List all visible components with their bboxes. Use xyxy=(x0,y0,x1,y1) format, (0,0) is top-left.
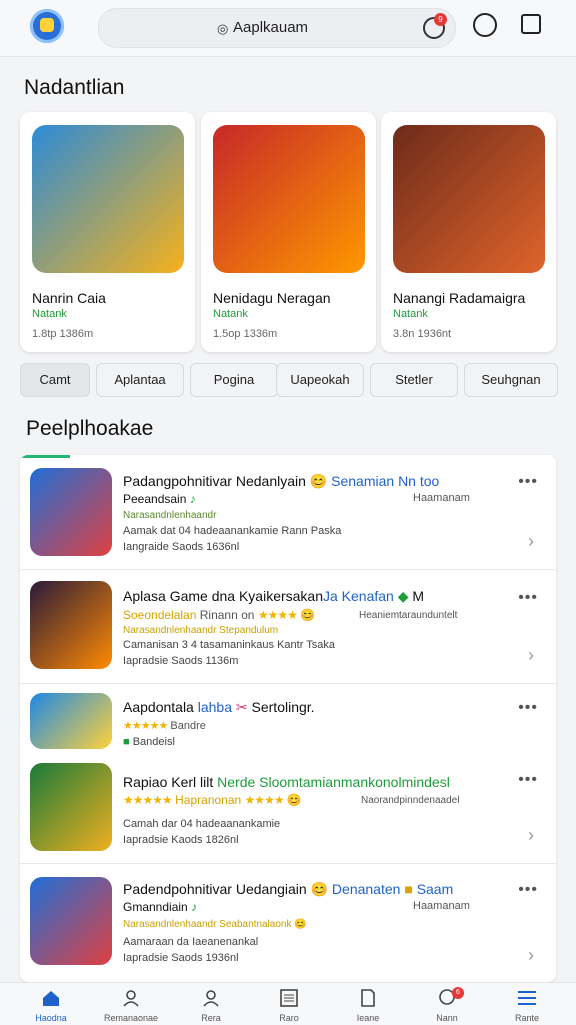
chat-icon[interactable] xyxy=(521,14,541,34)
item-desc: Aamaraan da Iaeanenankal xyxy=(123,936,259,948)
item-title: Padangpohnitivar Nedanlyain 😊 Senamian N… xyxy=(123,473,440,489)
list-item[interactable]: Aplasa Game dna KyaikersakanJa Kenafan ◆… xyxy=(20,569,556,684)
more-icon[interactable]: ••• xyxy=(518,771,538,789)
nav-recommend[interactable]: Remanaonae xyxy=(90,983,172,1025)
card-meta: 1.8tp 1386m xyxy=(32,328,94,340)
item-sub: Gmanndiain ♪ xyxy=(123,900,198,914)
item-sub: Peeandsain ♪ xyxy=(123,492,196,506)
item-sub: Soeondelalan Rinann on ★★★★ 😊 xyxy=(123,608,316,622)
item-right: Naorandpinndenaadel xyxy=(361,795,460,806)
featured-card[interactable]: Nanangi Radamaigra Natank 3.8n 1936nt xyxy=(381,112,556,352)
item-right: Heaniemtaraunduntelt xyxy=(359,610,458,621)
card-meta: 3.8n 1936nt xyxy=(393,328,452,340)
item-meta: Iangraide Saods 1636nl xyxy=(123,541,240,553)
popular-title: Peelplhoakae xyxy=(26,417,154,440)
item-title: Aapdontala lahba ✂ Sertolingr. xyxy=(123,699,315,715)
list-item[interactable]: Rapiao Kerl lilt Nerde Sloomtamianmankon… xyxy=(20,745,556,864)
more-icon[interactable]: ••• xyxy=(518,589,538,607)
nav-ieane[interactable]: Ieane xyxy=(327,983,409,1025)
nav-rera[interactable]: Rera xyxy=(170,983,252,1025)
list-item[interactable]: Padangpohnitivar Nedanlyain 😊 Senamian N… xyxy=(20,455,556,570)
item-tag: Narasandnlenhaandr xyxy=(123,510,217,521)
nav-nann[interactable]: 6 Nann xyxy=(406,983,488,1025)
card-meta: 1.5op 1336m xyxy=(213,328,278,340)
nav-menu[interactable]: Rante xyxy=(486,983,568,1025)
app-icon xyxy=(30,468,112,556)
person-icon xyxy=(123,990,139,1007)
menu-icon xyxy=(518,991,536,1005)
featured-card[interactable]: Nanrin Caia Natank 1.8tp 1386m xyxy=(20,112,195,352)
more-icon[interactable]: ••• xyxy=(518,881,538,899)
card-sub: Natank xyxy=(213,308,248,320)
item-title: Aplasa Game dna KyaikersakanJa Kenafan ◆… xyxy=(123,588,425,604)
app-list: Padangpohnitivar Nedanlyain 😊 Senamian N… xyxy=(20,455,556,982)
app-icon xyxy=(30,877,112,965)
document-icon xyxy=(361,989,375,1007)
app-icon xyxy=(30,763,112,851)
game-thumbnail xyxy=(393,125,545,273)
game-thumbnail xyxy=(213,125,365,273)
featured-card[interactable]: Nenidagu Neragan Natank 1.5op 1336m xyxy=(201,112,376,352)
person-icon xyxy=(203,990,219,1007)
item-sub: ★★★★★ Hapranonan ★★★★ 😊 xyxy=(123,793,302,807)
bottom-nav: Haodna Remanaonae Rera Raro Ieane 6 Nann… xyxy=(0,982,576,1025)
item-meta: Iapradsie Saods 1136m xyxy=(123,655,239,667)
nav-raro[interactable]: Raro xyxy=(248,983,330,1025)
chevron-right-icon[interactable]: › xyxy=(528,825,534,846)
card-title: Nanangi Radamaigra xyxy=(393,290,526,306)
notification-badge: 6 xyxy=(452,987,464,999)
card-title: Nenidagu Neragan xyxy=(213,290,331,306)
chip-filter[interactable]: Seuhgnan xyxy=(464,363,558,397)
notification-badge: 9 xyxy=(434,13,447,26)
item-title: Rapiao Kerl lilt Nerde Sloomtamianmankon… xyxy=(123,774,450,790)
chip-filter[interactable]: Uapeokah xyxy=(276,363,364,397)
chevron-right-icon[interactable]: › xyxy=(528,531,534,552)
chevron-right-icon[interactable]: › xyxy=(528,945,534,966)
item-title: Padendpohnitivar Uedangiain 😊 Denanaten … xyxy=(123,881,454,897)
chevron-right-icon[interactable]: › xyxy=(528,645,534,666)
item-meta: Iapradsie Saods 1936nl xyxy=(123,952,239,964)
chip-filter[interactable]: Stetler xyxy=(370,363,458,397)
more-icon[interactable]: ••• xyxy=(518,699,538,717)
item-desc: Aamak dat 04 hadeaanankamie Rann Paska xyxy=(123,525,342,537)
item-right: Haamanam xyxy=(413,900,470,912)
card-title: Nanrin Caia xyxy=(32,290,106,306)
item-desc: Camanisan 3 4 tasamaninkaus Kantr Tsaka xyxy=(123,639,335,651)
card-sub: Natank xyxy=(32,308,67,320)
more-icon[interactable]: ••• xyxy=(518,473,538,491)
item-tag: Narasandnlenhaandr Stepandulum xyxy=(123,625,279,636)
list-item[interactable]: Aapdontala lahba ✂ Sertolingr. ★★★★★ Ban… xyxy=(20,683,556,749)
top-bar: ◎ Aaplkauam 9 xyxy=(0,0,576,57)
item-sub: ★★★★★ Bandre xyxy=(123,720,206,732)
chip-filter[interactable]: Pogina xyxy=(190,363,278,397)
featured-title: Nadantlian xyxy=(24,76,125,99)
search-text: Aaplkauam xyxy=(233,19,309,36)
circle-dot-icon: ◎ xyxy=(217,21,229,36)
app-icon xyxy=(30,693,112,749)
nav-home[interactable]: Haodna xyxy=(10,983,92,1025)
game-thumbnail xyxy=(32,125,184,273)
list-icon xyxy=(280,989,298,1007)
search-bar[interactable]: ◎ Aaplkauam 9 xyxy=(98,8,456,48)
profile-icon[interactable] xyxy=(473,13,497,37)
item-meta: Iapradsie Kaods 1826nl xyxy=(123,834,239,846)
chip-filter[interactable]: Camt xyxy=(20,363,90,397)
home-icon xyxy=(43,991,59,1006)
item-desc: Camah dar 04 hadeaanankamie xyxy=(123,818,281,830)
app-icon xyxy=(30,581,112,669)
list-item[interactable]: Padendpohnitivar Uedangiain 😊 Denanaten … xyxy=(20,863,556,982)
card-sub: Natank xyxy=(393,308,428,320)
app-logo-icon[interactable] xyxy=(30,9,64,43)
item-tag: Narasandnlenhaandr Seabantnalaonk 😊 xyxy=(123,919,307,930)
item-right: Haamanam xyxy=(413,492,470,504)
chip-filter[interactable]: Aplantaa xyxy=(96,363,184,397)
